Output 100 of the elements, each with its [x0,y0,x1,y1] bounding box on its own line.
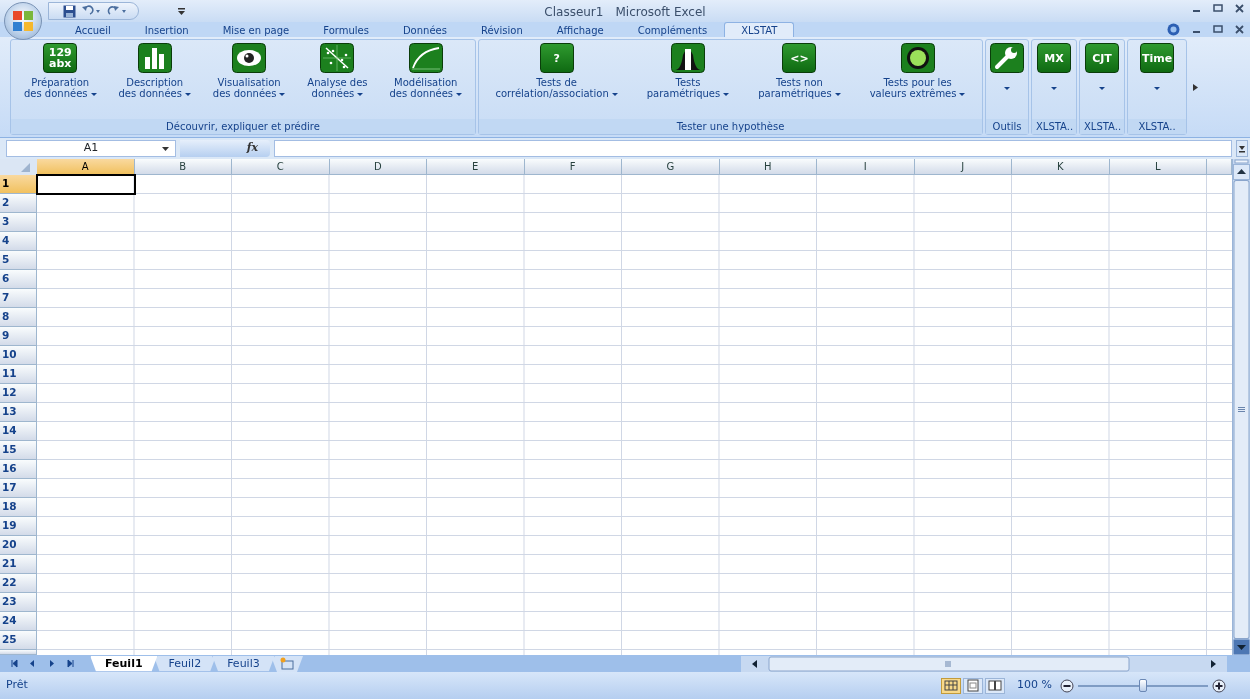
ribbon-button[interactable]: ? Tests de corrélation/association [493,43,620,119]
insert-function-button[interactable]: fx [180,140,270,157]
column-header[interactable]: A [37,159,135,175]
caret-icon [723,92,730,96]
caret-icon [834,92,841,96]
ribbon-button[interactable]: 129 abx Préparation des données [21,43,99,119]
column-header[interactable]: H [719,159,817,175]
row-header[interactable]: 25 [0,631,37,650]
ribbon-tab[interactable]: Compléments [620,22,725,37]
ribbon-tab[interactable]: Données [385,22,464,37]
row-header[interactable]: 19 [0,517,37,536]
column-header[interactable]: K [1012,159,1110,175]
row-header[interactable]: 1 [0,175,37,194]
row-header[interactable]: 4 [0,232,37,251]
column-header[interactable]: F [524,159,622,175]
formula-input[interactable] [274,140,1232,157]
group-label: XLSTA.. [1080,119,1124,134]
row-header[interactable]: 17 [0,479,37,498]
row-header[interactable]: 13 [0,403,37,422]
dropdown-caret-icon[interactable] [162,147,169,151]
split-handle-icon[interactable] [1233,159,1250,164]
ribbon-tab[interactable]: Mise en page [205,22,307,37]
selected-cell[interactable] [36,174,136,195]
ribbon-button[interactable]: Description des données [116,43,193,119]
ribbon-button[interactable]: Tests pour les valeurs extrêmes [867,43,968,119]
row-header[interactable]: 20 [0,536,37,555]
ribbon-tab[interactable]: XLSTAT [724,22,795,37]
ribbon-button[interactable]: Time [1138,43,1176,119]
row-header[interactable]: 7 [0,289,37,308]
row-header[interactable]: 15 [0,441,37,460]
zoom-in-icon[interactable] [1211,678,1226,693]
row-header[interactable]: 6 [0,270,37,289]
scroll-up-icon[interactable] [1233,164,1250,180]
zoom-out-icon[interactable] [1059,678,1074,693]
undo-icon[interactable] [81,5,101,17]
cjt-icon: CJT [1085,43,1119,73]
expand-formula-bar-icon[interactable] [1236,140,1248,157]
row-header[interactable]: 12 [0,384,37,403]
eye-icon [232,43,267,73]
close-icon[interactable] [1235,25,1244,34]
row-header[interactable]: 3 [0,213,37,232]
caret-icon [357,92,364,96]
ribbon-button[interactable]: Visualisation des données [210,43,288,119]
ribbon-button[interactable]: Modélisation des données [387,43,465,119]
row-header[interactable]: 18 [0,498,37,517]
restore-icon[interactable] [1213,25,1223,34]
scroll-right-icon[interactable] [1193,83,1198,91]
column-header[interactable]: G [622,159,720,175]
row-header[interactable]: 16 [0,460,37,479]
ribbon-button[interactable]: MX [1035,43,1073,119]
column-header[interactable]: B [134,159,232,175]
caret-icon [1004,87,1010,90]
caret-icon [1051,87,1057,90]
redo-icon[interactable] [106,5,128,17]
name-box[interactable]: A1 [6,140,176,157]
column-header[interactable]: E [427,159,525,175]
column-header[interactable]: J [914,159,1012,175]
row-header[interactable]: 23 [0,593,37,612]
curve-chart-icon [408,43,443,73]
column-header[interactable]: I [817,159,915,175]
row-header[interactable]: 14 [0,422,37,441]
ribbon-tab[interactable]: Révision [463,22,540,37]
ribbon-tab[interactable]: Affichage [539,22,621,37]
row-header[interactable]: 8 [0,308,37,327]
ribbon-tab[interactable]: Accueil [58,22,128,37]
column-header[interactable]: D [329,159,427,175]
sheet-tab[interactable]: Feuil1 [90,655,158,672]
view-button[interactable] [985,677,1005,694]
ribbon-tab[interactable]: Formules [306,22,386,37]
save-icon[interactable] [63,4,76,18]
column-header[interactable]: C [232,159,330,175]
scroll-down-icon[interactable] [1233,639,1250,655]
ribbon-button[interactable]: Analyse des données [305,43,370,119]
row-header[interactable]: 22 [0,574,37,593]
row-header[interactable]: 11 [0,365,37,384]
help-icon[interactable] [1167,23,1180,36]
view-button[interactable] [941,677,961,694]
close-icon[interactable] [1235,4,1244,13]
ribbon-button[interactable]: <> Tests non paramétriques [756,43,843,119]
ribbon-button[interactable]: CJT [1083,43,1121,119]
wrench-icon [990,43,1024,73]
row-header[interactable]: 9 [0,327,37,346]
ribbon-button[interactable]: Tests paramétriques [644,43,732,119]
office-button[interactable] [4,2,42,40]
row-header[interactable]: 10 [0,346,37,365]
column-header[interactable]: L [1109,159,1207,175]
caret-icon [90,92,97,96]
zoom-slider-thumb[interactable] [1138,678,1147,692]
window-title: Microsoft Excel [615,5,706,19]
zoom-level[interactable]: 100 % [1017,677,1052,694]
vertical-scroll-thumb[interactable] [1233,180,1250,639]
row-header[interactable]: 2 [0,194,37,213]
sheet-tab[interactable]: Feuil3 [212,655,275,672]
row-header[interactable]: 24 [0,612,37,631]
group-label: XLSTA.. [1032,119,1076,134]
row-header[interactable]: 5 [0,251,37,270]
customize-caret-icon[interactable] [178,8,185,15]
ribbon-tab[interactable]: Insertion [127,22,206,37]
restore-icon[interactable] [1213,4,1223,13]
row-header[interactable]: 21 [0,555,37,574]
